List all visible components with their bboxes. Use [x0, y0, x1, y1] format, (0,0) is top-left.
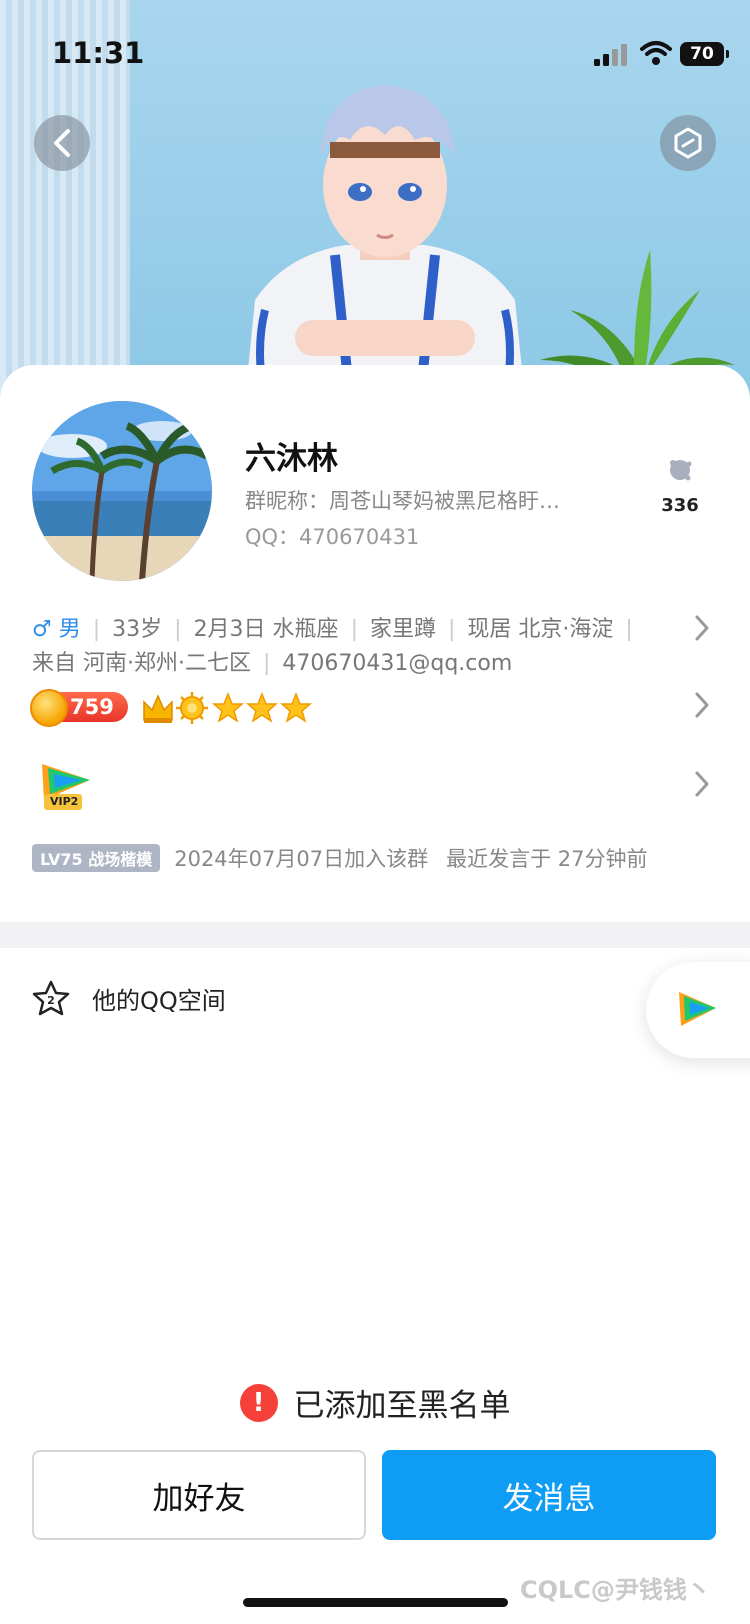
section-divider [0, 922, 750, 948]
home-indicator[interactable] [243, 1598, 508, 1607]
last-speak-time: 最近发言于 27分钟前 [446, 847, 648, 871]
video-vip-badge[interactable]: VIP2 [38, 760, 98, 812]
star-icon [246, 691, 278, 723]
more-options-button[interactable] [660, 115, 716, 171]
birthday-label: 2月3日 水瓶座 [193, 617, 339, 642]
cellular-signal-icon [594, 44, 627, 66]
status-label: 家里蹲 [369, 617, 436, 642]
level-badges-row[interactable]: 759 [30, 689, 352, 730]
svg-text:2: 2 [47, 994, 55, 1007]
profile-name: 六沐林 [245, 441, 338, 477]
profile-card: 六沐林 群昵称：周苍山琴妈被黑尼格盱… QQ：470670431 336 ♂ 男… [0, 365, 750, 925]
floating-video-button[interactable] [646, 962, 750, 1058]
wifi-icon [640, 41, 672, 65]
sun-icon [176, 692, 208, 724]
group-level-tag: LV75 战场楷模 [32, 844, 161, 872]
qq-number: QQ：470670431 [245, 525, 420, 549]
hexagon-menu-icon [674, 127, 702, 159]
residence-label: 现居 北京·海淀 [467, 617, 614, 642]
profile-avatar[interactable] [32, 401, 212, 581]
status-bar: 11:31 70 [0, 0, 750, 100]
qzone-entry[interactable]: 2 他的QQ空间 [32, 978, 226, 1018]
crown-icon [143, 694, 173, 723]
gender-label: ♂ 男 [32, 617, 81, 642]
like-thumb-icon [670, 460, 692, 481]
battery-indicator: 70 [680, 42, 729, 66]
send-message-button[interactable]: 发消息 [382, 1450, 716, 1540]
level-icons [143, 691, 312, 724]
qzone-label: 他的QQ空间 [92, 986, 226, 1015]
like-count: 336 [661, 495, 699, 516]
star-outline-icon: 2 [32, 980, 70, 1016]
star-icon [280, 691, 312, 723]
vip-level-label: VIP2 [50, 795, 79, 808]
blacklist-text: 已添加至黑名单 [293, 1388, 511, 1424]
blacklist-notice: ! 已添加至黑名单 [0, 1380, 750, 1425]
chevron-right-icon[interactable] [692, 769, 712, 799]
tencent-video-icon [679, 992, 716, 1026]
chevron-left-icon [54, 129, 70, 157]
chevron-right-icon[interactable] [692, 613, 712, 643]
watermark: CQLC@尹钱钱丶 [520, 1576, 711, 1604]
group-nickname: 群昵称：周苍山琴妈被黑尼格盱… [245, 489, 560, 513]
star-icon [212, 691, 244, 723]
group-membership-row: LV75 战场楷模 2024年07月07日加入该群 最近发言于 27分钟前 [32, 843, 648, 873]
email-label: 470670431@qq.com [282, 651, 513, 676]
chevron-right-icon[interactable] [692, 690, 712, 720]
add-friend-button[interactable]: 加好友 [32, 1450, 366, 1540]
personal-info-row[interactable]: ♂ 男 | 33岁 | 2月3日 水瓶座 | 家里蹲 | 现居 北京·海淀 |来自 河南·郑州·二… [32, 613, 652, 681]
qq-level-badge: 759 [30, 689, 128, 727]
warning-icon: ! [239, 1383, 278, 1422]
status-time: 11:31 [52, 36, 145, 70]
age-label: 33岁 [112, 617, 163, 642]
likes-button[interactable]: 336 [655, 455, 705, 516]
origin-label: 来自 河南·郑州·二七区 [32, 651, 251, 676]
cartoon-avatar-figure [245, 85, 525, 400]
join-date: 2024年07月07日加入该群 [174, 847, 429, 871]
back-button[interactable] [34, 115, 90, 171]
